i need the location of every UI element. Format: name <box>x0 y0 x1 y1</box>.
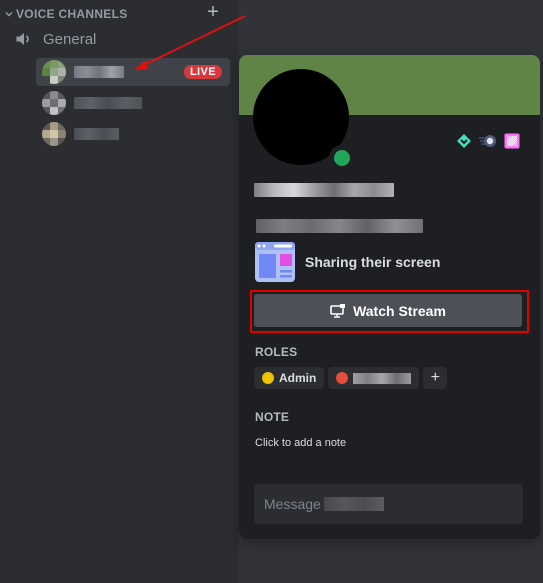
speaker-icon <box>16 33 29 45</box>
add-channel-button[interactable]: + <box>205 2 221 22</box>
activity-text: Sharing their screen <box>305 254 441 270</box>
user-avatar <box>42 91 66 115</box>
roles-list: Admin + <box>254 367 448 389</box>
live-badge: LIVE <box>183 65 222 79</box>
message-input[interactable]: Message <box>254 484 523 524</box>
plus-icon: + <box>430 369 441 386</box>
status-indicator <box>329 145 355 171</box>
voice-channel-general[interactable]: General <box>10 28 230 50</box>
user-avatar <box>42 122 66 146</box>
note-input[interactable]: Click to add a note <box>255 437 346 449</box>
nitro-boost-icon[interactable] <box>504 133 520 149</box>
add-role-button[interactable]: + <box>423 367 448 389</box>
redacted-username <box>74 66 124 78</box>
category-label: VOICE CHANNELS <box>16 7 128 21</box>
user-avatar <box>42 60 66 84</box>
screen-monitor-icon <box>330 303 346 318</box>
redacted-username <box>74 128 119 140</box>
message-placeholder: Message <box>264 496 321 512</box>
channel-name: General <box>43 30 97 48</box>
note-title: NOTE <box>255 410 290 424</box>
voice-user-item[interactable]: LIVE <box>36 58 230 86</box>
plus-icon: + <box>207 1 219 23</box>
redacted-recipient <box>323 497 384 511</box>
role-chip[interactable]: Admin <box>254 367 325 389</box>
online-status-icon <box>334 150 350 166</box>
watch-stream-label: Watch Stream <box>353 302 446 319</box>
redacted-role-name <box>353 372 412 384</box>
role-color-dot <box>336 372 349 384</box>
screen-share-icon <box>255 242 295 282</box>
role-color-dot <box>262 372 274 384</box>
roles-title: ROLES <box>255 345 298 359</box>
redacted-display-name <box>254 183 394 197</box>
chevron-down-icon <box>5 12 13 17</box>
role-name: Admin <box>279 371 317 385</box>
voice-channels-category[interactable]: VOICE CHANNELS <box>4 5 226 23</box>
profile-badges <box>456 133 520 149</box>
voice-user-item[interactable] <box>36 120 230 148</box>
speedster-nitro-icon[interactable] <box>478 133 498 149</box>
profile-avatar[interactable] <box>253 69 355 171</box>
redacted-username <box>256 219 423 233</box>
redacted-username <box>74 97 142 109</box>
voice-user-item[interactable] <box>36 89 230 117</box>
role-chip[interactable] <box>328 367 420 389</box>
channel-sidebar <box>0 0 239 583</box>
watch-stream-button[interactable]: Watch Stream <box>254 294 522 327</box>
hypesquad-balance-icon[interactable] <box>456 133 472 149</box>
user-profile-popout: Sharing their screen Watch Stream ROLES … <box>239 55 540 539</box>
activity-section: Sharing their screen <box>255 242 440 282</box>
